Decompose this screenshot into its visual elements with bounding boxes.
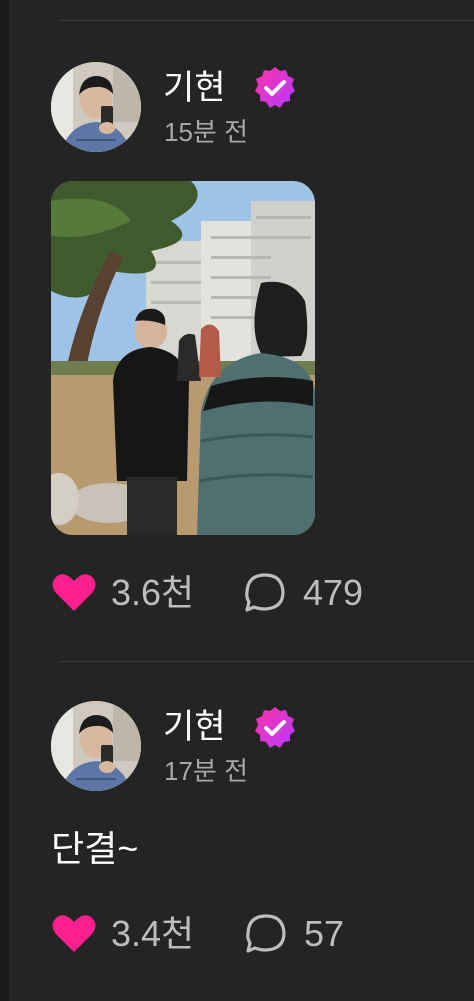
avatar[interactable] <box>51 701 141 791</box>
avatar-photo <box>51 701 141 791</box>
comment-button[interactable]: 479 <box>243 569 383 617</box>
post-time: 17분 전 <box>164 756 248 786</box>
heart-icon <box>52 574 96 611</box>
heart-icon <box>52 915 96 952</box>
like-count: 3.4천 <box>111 913 195 954</box>
post-divider <box>59 20 474 21</box>
comment-icon <box>245 573 285 612</box>
post-text: 단결~ <box>51 828 139 869</box>
comment-count: 57 <box>304 913 345 954</box>
like-button[interactable]: 3.6천 <box>51 569 211 617</box>
verified-badge-icon <box>255 67 295 108</box>
author-name[interactable]: 기현 <box>163 68 226 108</box>
author-name[interactable]: 기현 <box>163 707 226 747</box>
avatar[interactable] <box>51 62 141 152</box>
comment-icon <box>246 914 286 953</box>
comment-count: 479 <box>303 572 364 613</box>
left-rail <box>0 0 9 1001</box>
like-count: 3.6천 <box>111 572 195 613</box>
post-image[interactable] <box>51 181 315 535</box>
comment-button[interactable]: 57 <box>244 910 364 958</box>
avatar-photo <box>51 62 141 152</box>
post-divider <box>59 661 474 662</box>
like-button[interactable]: 3.4천 <box>51 910 211 958</box>
verified-badge-icon <box>255 707 295 748</box>
post-photo <box>51 181 315 535</box>
feed: 기현 15분 전 3.6천 479 기현 17분 전 단결~ 3.4천 57 <box>9 0 474 1001</box>
post-time: 15분 전 <box>164 117 248 147</box>
